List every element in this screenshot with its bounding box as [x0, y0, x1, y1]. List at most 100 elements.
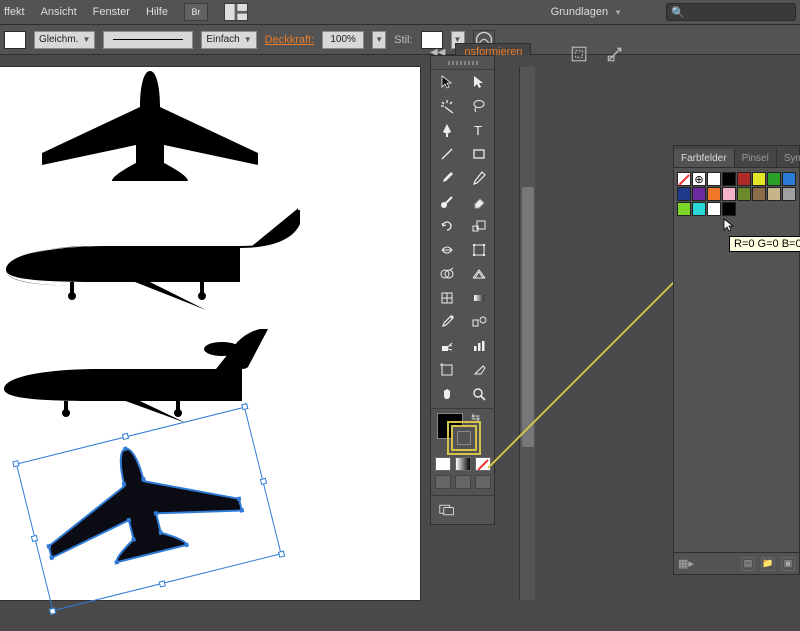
arrange-docs-button[interactable]: [224, 3, 248, 21]
swatches-panel-tabs: Farbfelder Pinsel Symbol: [674, 146, 799, 168]
line-tool[interactable]: [431, 142, 463, 166]
swatch-cell[interactable]: [707, 202, 721, 216]
direct-selection-tool[interactable]: [463, 70, 495, 94]
color-mode-none[interactable]: [475, 457, 491, 471]
workspace-switcher[interactable]: Grundlagen ▼: [551, 6, 622, 18]
vertical-scrollbar[interactable]: [519, 67, 535, 600]
swatch-cell[interactable]: [707, 187, 721, 201]
symbol-sprayer-tool[interactable]: [431, 334, 463, 358]
column-graph-tool[interactable]: [463, 334, 495, 358]
color-mode-row: [431, 455, 495, 473]
blend-tool[interactable]: [463, 310, 495, 334]
swatch-cell[interactable]: [767, 187, 781, 201]
swatch-options-icon[interactable]: ▤: [741, 557, 755, 571]
menu-help[interactable]: Hilfe: [146, 6, 168, 18]
swatch-cell[interactable]: [692, 172, 706, 186]
swatch-cell[interactable]: [677, 202, 691, 216]
eyedropper-tool[interactable]: [431, 310, 463, 334]
slice-tool[interactable]: [463, 358, 495, 382]
rectangle-tool[interactable]: [463, 142, 495, 166]
draw-normal[interactable]: [435, 475, 451, 489]
artwork-plane-side-1[interactable]: [0, 202, 300, 312]
rotate-tool[interactable]: [431, 214, 463, 238]
pen-tool[interactable]: [431, 118, 463, 142]
fill-swatch[interactable]: [4, 31, 26, 49]
width-tool[interactable]: [431, 238, 463, 262]
swatch-cell[interactable]: [707, 172, 721, 186]
swatch-cell[interactable]: [692, 202, 706, 216]
swatch-libraries-icon[interactable]: ▦▸: [678, 557, 694, 570]
type-tool[interactable]: T: [463, 118, 495, 142]
swatches-panel-footer: ▦▸ ▤ 📁 ▣: [674, 552, 799, 574]
free-transform-tool[interactable]: [463, 238, 495, 262]
swatch-cell[interactable]: [722, 172, 736, 186]
new-swatch-icon[interactable]: ▣: [781, 557, 795, 571]
swatch-cell[interactable]: [737, 172, 751, 186]
swatch-cell[interactable]: [782, 172, 796, 186]
tools-panel: T ⇆: [430, 55, 495, 525]
new-color-group-icon[interactable]: 📁: [761, 557, 775, 571]
scale-tool[interactable]: [463, 214, 495, 238]
opacity-dropdown[interactable]: ▼: [372, 31, 386, 49]
menu-bar: ffekt Ansicht Fenster Hilfe Br Grundlage…: [0, 0, 800, 25]
tab-swatches[interactable]: Farbfelder: [674, 149, 735, 167]
svg-text:T: T: [474, 123, 482, 138]
menu-effect[interactable]: ffekt: [4, 6, 25, 18]
search-icon: 🔍: [671, 6, 685, 19]
shape-builder-tool[interactable]: [431, 262, 463, 286]
color-mode-solid[interactable]: [435, 457, 451, 471]
stroke-style-dropdown[interactable]: Einfach▼: [201, 31, 256, 49]
swatch-cell[interactable]: [767, 172, 781, 186]
blob-brush-tool[interactable]: [431, 190, 463, 214]
swatch-cell[interactable]: [752, 187, 766, 201]
screen-mode-button[interactable]: [431, 498, 463, 522]
swatch-cell[interactable]: [782, 187, 796, 201]
swatch-cell[interactable]: [752, 172, 766, 186]
mesh-tool[interactable]: [431, 286, 463, 310]
eraser-tool[interactable]: [463, 190, 495, 214]
fill-stroke-indicator[interactable]: ⇆: [431, 411, 495, 455]
tab-symbols[interactable]: Symbol: [777, 149, 800, 167]
paintbrush-tool[interactable]: [431, 166, 463, 190]
swatch-cell[interactable]: [692, 187, 706, 201]
menu-view[interactable]: Ansicht: [41, 6, 77, 18]
search-input[interactable]: 🔍: [666, 3, 796, 21]
swatch-cell[interactable]: [677, 172, 691, 186]
opacity-label[interactable]: Deckkraft:: [265, 34, 315, 46]
draw-inside[interactable]: [475, 475, 491, 489]
lasso-tool[interactable]: [463, 94, 495, 118]
swatch-cell[interactable]: [722, 202, 736, 216]
swatch-grid: [677, 172, 796, 216]
pencil-tool[interactable]: [463, 166, 495, 190]
swatch-cell[interactable]: [737, 187, 751, 201]
chevron-down-icon: ▼: [614, 8, 622, 17]
panel-grip[interactable]: [431, 56, 494, 70]
stroke-style-preview[interactable]: [103, 31, 193, 49]
scrollbar-thumb[interactable]: [522, 187, 534, 447]
menu-window[interactable]: Fenster: [93, 6, 130, 18]
magic-wand-tool[interactable]: [431, 94, 463, 118]
swatch-cell[interactable]: [722, 187, 736, 201]
zoom-tool[interactable]: [463, 382, 495, 406]
artwork-plane-top[interactable]: [20, 67, 280, 187]
selection-tool[interactable]: [431, 70, 463, 94]
opacity-field[interactable]: 100%: [322, 31, 364, 49]
bridge-button[interactable]: Br: [184, 3, 208, 21]
swatch-tooltip: R=0 G=0 B=0: [729, 236, 800, 252]
transform-panel-icon[interactable]: [606, 45, 624, 63]
perspective-grid-tool[interactable]: [463, 262, 495, 286]
artboard-tool[interactable]: [431, 358, 463, 382]
stroke-color-swatch[interactable]: [451, 425, 477, 451]
gradient-tool[interactable]: [463, 286, 495, 310]
tab-brushes[interactable]: Pinsel: [735, 149, 777, 167]
chevron-down-icon: ▼: [244, 35, 252, 44]
drawing-mode-row: [431, 473, 495, 493]
swap-fill-stroke-icon[interactable]: ⇆: [471, 411, 480, 424]
hand-tool[interactable]: [431, 382, 463, 406]
color-mode-gradient[interactable]: [455, 457, 471, 471]
swatches-panel: Farbfelder Pinsel Symbol R=0 G=0 B=0 ▦▸ …: [673, 145, 800, 575]
artboard[interactable]: [0, 67, 420, 600]
stroke-uniform-dropdown[interactable]: Gleichm.▼: [34, 31, 95, 49]
swatch-cell[interactable]: [677, 187, 691, 201]
draw-behind[interactable]: [455, 475, 471, 489]
